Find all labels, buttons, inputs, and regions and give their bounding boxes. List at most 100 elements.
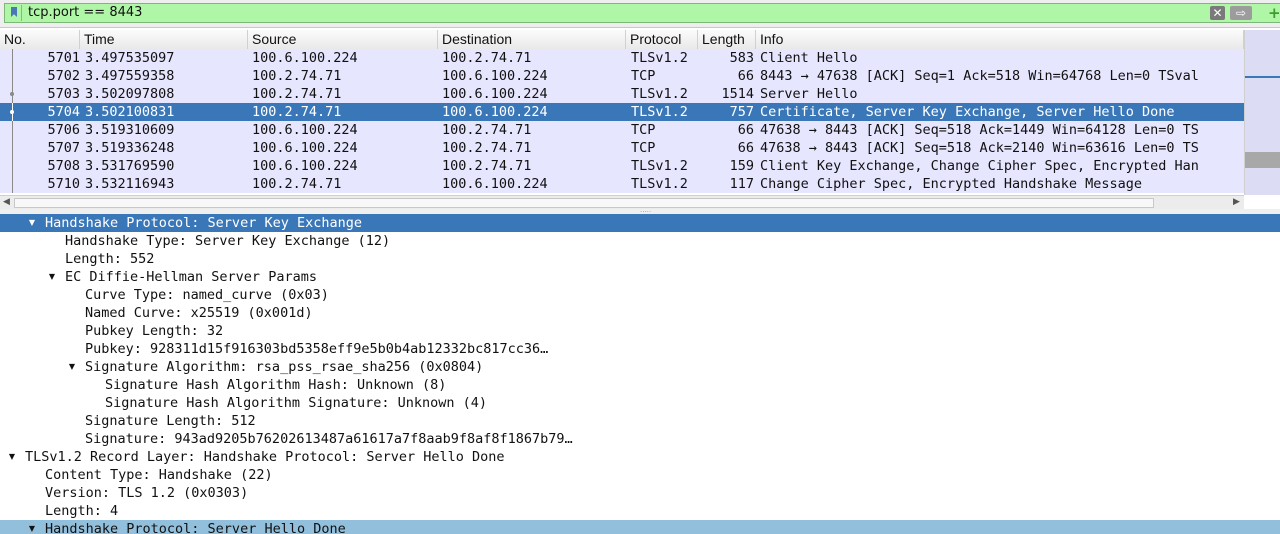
detail-field-text: Handshake Protocol: Server Key Exchange: [45, 215, 362, 231]
packet-details-tree[interactable]: ▼ Handshake Protocol: Server Key Exchange…: [0, 214, 1280, 534]
cell-src: 100.2.74.71: [252, 176, 342, 192]
cell-no: 5706: [47, 122, 80, 138]
detail-field-text: Curve Type: named_curve (0x03): [85, 287, 329, 303]
related-packet-indicator: [12, 121, 13, 139]
bookmark-icon[interactable]: [7, 5, 22, 21]
cell-time: 3.502100831: [85, 104, 175, 120]
cell-dst: 100.2.74.71: [442, 122, 532, 138]
cell-info: 8443 → 47638 [ACK] Seq=1 Ack=518 Win=647…: [760, 68, 1199, 84]
related-packet-dot-icon: [10, 110, 14, 114]
related-packet-indicator: [12, 175, 13, 193]
display-filter-input[interactable]: tcp.port == 8443 ✕ ⇨: [4, 3, 1280, 23]
cell-len: 66: [737, 140, 754, 156]
cell-info: 47638 → 8443 [ACK] Seq=518 Ack=2140 Win=…: [760, 140, 1199, 156]
detail-tree-row[interactable]: Signature: 943ad9205b76202613487a61617a7…: [0, 430, 1280, 448]
detail-field-text: Pubkey: 928311d15f916303bd5358eff9e5b0b4…: [85, 341, 549, 357]
detail-tree-row[interactable]: ▼ Handshake Protocol: Server Hello Done: [0, 520, 1280, 534]
detail-field-text: Signature Hash Algorithm Hash: Unknown (…: [105, 377, 447, 393]
detail-tree-row[interactable]: Handshake Type: Server Key Exchange (12): [0, 232, 1280, 250]
column-header[interactable]: Protocol: [626, 30, 698, 49]
detail-tree-row[interactable]: Named Curve: x25519 (0x001d): [0, 304, 1280, 322]
expand-arrow-icon[interactable]: ▼: [27, 214, 37, 232]
cell-time: 3.531769590: [85, 158, 175, 174]
detail-tree-row[interactable]: Signature Length: 512: [0, 412, 1280, 430]
expand-arrow-icon[interactable]: ▼: [47, 268, 57, 286]
detail-field-text: Pubkey Length: 32: [85, 323, 224, 339]
related-packet-indicator: [12, 139, 13, 157]
cell-src: 100.2.74.71: [252, 86, 342, 102]
column-header[interactable]: Destination: [438, 30, 626, 49]
detail-tree-row[interactable]: Length: 4: [0, 502, 1280, 520]
detail-tree-row[interactable]: Pubkey Length: 32: [0, 322, 1280, 340]
scrollbar-thumb[interactable]: [1245, 152, 1280, 168]
packet-row[interactable]: 5704 3.502100831 100.2.74.71 100.6.100.224 T…: [0, 103, 1244, 121]
expand-arrow-icon[interactable]: ▼: [27, 520, 37, 534]
packet-row[interactable]: 5710 3.532116943 100.2.74.71 100.6.100.224 T…: [0, 175, 1244, 193]
column-header[interactable]: Time: [80, 30, 248, 49]
packet-row[interactable]: 5706 3.519310609 100.6.100.224 100.2.74.71 T…: [0, 121, 1244, 139]
cell-info: Client Key Exchange, Change Cipher Spec,…: [760, 158, 1199, 174]
cell-info: Certificate, Server Key Exchange, Server…: [760, 104, 1175, 120]
detail-tree-row[interactable]: Signature Hash Algorithm Signature: Unkn…: [0, 394, 1280, 412]
column-header[interactable]: Source: [248, 30, 438, 49]
related-packet-indicator: [12, 67, 13, 85]
detail-tree-row[interactable]: ▼ Handshake Protocol: Server Key Exchange: [0, 214, 1280, 232]
packet-row[interactable]: 5703 3.502097808 100.2.74.71 100.6.100.224 T…: [0, 85, 1244, 103]
clear-icon[interactable]: ✕: [1210, 6, 1225, 20]
cell-dst: 100.6.100.224: [442, 68, 548, 84]
cell-dst: 100.6.100.224: [442, 86, 548, 102]
cell-proto: TCP: [631, 122, 656, 138]
packet-row[interactable]: 5702 3.497559358 100.2.74.71 100.6.100.224 T…: [0, 67, 1244, 85]
display-filter-toolbar: tcp.port == 8443 ✕ ⇨ +: [0, 0, 1280, 28]
cell-time: 3.519336248: [85, 140, 175, 156]
filter-text[interactable]: tcp.port == 8443: [28, 5, 142, 21]
column-header[interactable]: No.: [0, 30, 80, 49]
scrollbar-thumb[interactable]: [14, 198, 1154, 208]
cell-dst: 100.2.74.71: [442, 158, 532, 174]
detail-tree-row[interactable]: Length: 552: [0, 250, 1280, 268]
detail-tree-row[interactable]: Signature Hash Algorithm Hash: Unknown (…: [0, 376, 1280, 394]
cell-info: Client Hello: [760, 50, 858, 66]
detail-field-text: Length: 552: [65, 251, 155, 267]
apply-arrow-icon[interactable]: ⇨: [1230, 6, 1252, 20]
detail-field-text: Signature Length: 512: [85, 413, 256, 429]
cell-info: Server Hello: [760, 86, 858, 102]
packet-row[interactable]: 5701 3.497535097 100.6.100.224 100.2.74.71 T…: [0, 49, 1244, 67]
cell-no: 5701: [47, 50, 80, 66]
expand-arrow-icon[interactable]: ▼: [67, 358, 77, 376]
cell-src: 100.2.74.71: [252, 104, 342, 120]
detail-tree-row[interactable]: ▼ TLSv1.2 Record Layer: Handshake Protoco…: [0, 448, 1280, 466]
add-plus-icon[interactable]: +: [1268, 5, 1280, 21]
packet-list-hscrollbar[interactable]: ◀ ▶: [0, 195, 1244, 209]
cell-proto: TLSv1.2: [631, 176, 688, 192]
cell-len: 66: [737, 68, 754, 84]
cell-dst: 100.2.74.71: [442, 140, 532, 156]
detail-tree-row[interactable]: Pubkey: 928311d15f916303bd5358eff9e5b0b4…: [0, 340, 1280, 358]
cell-len: 757: [729, 104, 754, 120]
detail-field-text: Handshake Protocol: Server Hello Done: [45, 521, 346, 534]
packet-row[interactable]: 5708 3.531769590 100.6.100.224 100.2.74.71 T…: [0, 157, 1244, 175]
detail-field-text: EC Diffie-Hellman Server Params: [65, 269, 317, 285]
packet-row[interactable]: 5707 3.519336248 100.6.100.224 100.2.74.71 T…: [0, 139, 1244, 157]
detail-tree-row[interactable]: ▼ EC Diffie-Hellman Server Params: [0, 268, 1280, 286]
cell-info: 47638 → 8443 [ACK] Seq=518 Ack=1449 Win=…: [760, 122, 1199, 138]
cell-src: 100.6.100.224: [252, 158, 358, 174]
detail-tree-row[interactable]: ▼ Signature Algorithm: rsa_pss_rsae_sha25…: [0, 358, 1280, 376]
cell-len: 66: [737, 122, 754, 138]
detail-field-text: Content Type: Handshake (22): [45, 467, 273, 483]
expand-arrow-icon[interactable]: ▼: [7, 448, 17, 466]
related-packet-indicator: [12, 49, 13, 67]
packet-minimap-scrollbar[interactable]: [1244, 30, 1280, 195]
detail-field-text: TLSv1.2 Record Layer: Handshake Protocol…: [25, 449, 505, 465]
packet-list[interactable]: 5701 3.497535097 100.6.100.224 100.2.74.71 T…: [0, 49, 1244, 195]
scroll-right-icon[interactable]: ▶: [1233, 196, 1240, 208]
column-header[interactable]: Info: [756, 30, 1244, 49]
detail-tree-row[interactable]: Content Type: Handshake (22): [0, 466, 1280, 484]
column-header[interactable]: Length: [698, 30, 756, 49]
detail-tree-row[interactable]: Version: TLS 1.2 (0x0303): [0, 484, 1280, 502]
detail-field-text: Version: TLS 1.2 (0x0303): [45, 485, 249, 501]
cell-len: 159: [729, 158, 754, 174]
detail-tree-row[interactable]: Curve Type: named_curve (0x03): [0, 286, 1280, 304]
scroll-left-icon[interactable]: ◀: [3, 196, 10, 208]
related-packet-indicator: [12, 157, 13, 175]
